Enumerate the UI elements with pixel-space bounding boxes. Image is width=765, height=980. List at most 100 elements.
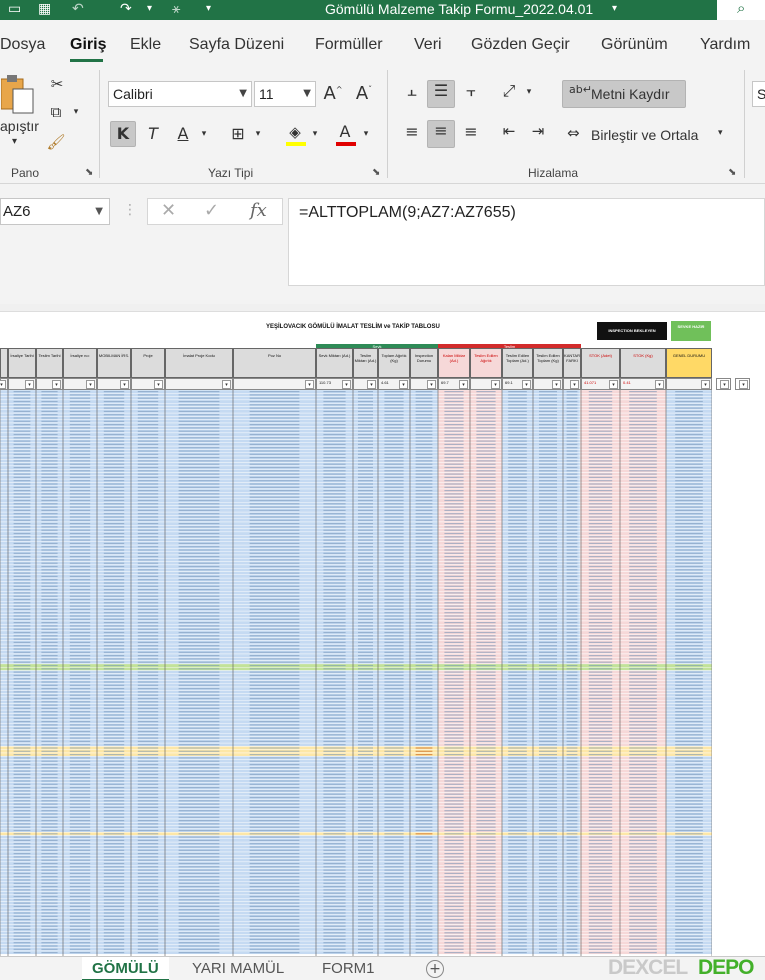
filter-dropdown-icon[interactable]: ▾ bbox=[459, 380, 468, 389]
empty-cells[interactable] bbox=[712, 390, 765, 956]
worksheet[interactable]: YEŞİLOVACIK GÖMÜLÜ İMALAT TESLİM ve TAKİ… bbox=[0, 304, 765, 956]
filter-cell[interactable]: ▾ bbox=[716, 378, 731, 390]
filter-dropdown-icon[interactable]: ▾ bbox=[305, 380, 314, 389]
filter-cell[interactable]: ▾ 41.071 bbox=[581, 378, 620, 390]
filter-cell[interactable]: ▾ bbox=[233, 378, 316, 390]
filter-cell[interactable]: ▾ bbox=[563, 378, 581, 390]
tab-veri[interactable]: Veri bbox=[414, 36, 442, 54]
save-icon[interactable]: ▦ bbox=[38, 1, 51, 17]
pano-launcher-icon[interactable]: ⬊ bbox=[85, 167, 93, 178]
filter-cell[interactable]: ▾ bbox=[131, 378, 165, 390]
filter-cell[interactable]: ▾ bbox=[533, 378, 563, 390]
decrease-indent-icon[interactable]: ⇤ bbox=[497, 121, 521, 147]
tab-gorunum[interactable]: Görünüm bbox=[601, 36, 668, 54]
filter-dropdown-icon[interactable]: ▾ bbox=[0, 380, 6, 389]
filter-dropdown-icon[interactable]: ▾ bbox=[609, 380, 618, 389]
name-box[interactable]: AZ6 ▼ bbox=[0, 198, 110, 225]
filter-dropdown-icon[interactable]: ▾ bbox=[491, 380, 500, 389]
orientation-icon[interactable]: ⤢ bbox=[497, 80, 521, 106]
font-color-button[interactable]: A bbox=[333, 121, 357, 147]
font-size-combo[interactable]: 11 ▼ bbox=[254, 81, 316, 107]
filter-dropdown-icon[interactable]: ▾ bbox=[655, 380, 664, 389]
filter-cell[interactable]: ▾ 110.73 bbox=[316, 378, 353, 390]
fill-dropdown-icon[interactable]: ▾ bbox=[309, 128, 321, 140]
fill-color-button[interactable]: ◈ bbox=[283, 121, 307, 147]
undo-icon[interactable]: ↶ bbox=[72, 1, 84, 17]
filter-cell[interactable]: ▾ bbox=[666, 378, 712, 390]
filter-cell[interactable]: ▾ 69.7 bbox=[438, 378, 470, 390]
align-right-icon[interactable]: ≡ bbox=[459, 121, 483, 147]
align-left-icon[interactable]: ≡ bbox=[400, 121, 424, 147]
sheet-tab-yari-mamul[interactable]: YARI MAMÜL bbox=[182, 957, 294, 980]
filter-dropdown-icon[interactable]: ▾ bbox=[25, 380, 34, 389]
quick-access-customize-icon[interactable]: ▾ bbox=[206, 1, 211, 17]
redo-dropdown-icon[interactable]: ▾ bbox=[147, 1, 152, 17]
filter-dropdown-icon[interactable]: ▾ bbox=[342, 380, 351, 389]
filter-cell[interactable]: ▾ 0.41 bbox=[620, 378, 666, 390]
filter-cell[interactable]: ▾ 69.1 bbox=[502, 378, 533, 390]
filter-dropdown-icon[interactable]: ▾ bbox=[701, 380, 710, 389]
paste-button[interactable] bbox=[0, 74, 36, 118]
cancel-icon[interactable]: ✕ bbox=[161, 200, 176, 221]
filter-dropdown-icon[interactable]: ▾ bbox=[367, 380, 376, 389]
data-rows[interactable] bbox=[0, 390, 712, 956]
underline-dropdown-icon[interactable]: ▾ bbox=[198, 128, 210, 140]
tab-ekle[interactable]: Ekle bbox=[130, 36, 161, 54]
filter-dropdown-icon[interactable]: ▾ bbox=[522, 380, 531, 389]
number-format-combo[interactable]: S bbox=[752, 81, 765, 107]
filter-dropdown-icon[interactable]: ▾ bbox=[739, 380, 748, 389]
filter-dropdown-icon[interactable]: ▾ bbox=[399, 380, 408, 389]
italic-button[interactable]: T bbox=[142, 121, 164, 147]
align-middle-icon[interactable]: ☰ bbox=[427, 80, 455, 108]
borders-icon[interactable]: ⊞ bbox=[226, 121, 250, 147]
tab-sayfa-duzeni[interactable]: Sayfa Düzeni bbox=[189, 36, 284, 54]
format-painter-icon[interactable]: 🖌 bbox=[44, 132, 68, 154]
filter-dropdown-icon[interactable]: ▾ bbox=[120, 380, 129, 389]
sheet-tab-gomulu[interactable]: GÖMÜLÜ bbox=[82, 957, 169, 980]
title-dropdown-icon[interactable]: ▾ bbox=[612, 1, 617, 17]
bold-button[interactable]: K bbox=[110, 121, 136, 147]
add-sheet-button[interactable]: + bbox=[426, 960, 444, 978]
shrink-font-icon[interactable]: Aˇ bbox=[353, 82, 375, 106]
filter-cell[interactable]: ▾ bbox=[165, 378, 233, 390]
filter-cell[interactable]: ▾ bbox=[97, 378, 131, 390]
wrap-text-button[interactable]: ab↵ Metni Kaydır bbox=[562, 80, 686, 108]
font-launcher-icon[interactable]: ⬊ bbox=[372, 167, 380, 178]
underline-button[interactable]: A bbox=[172, 121, 194, 147]
filter-dropdown-icon[interactable]: ▾ bbox=[552, 380, 561, 389]
filter-dropdown-icon[interactable]: ▾ bbox=[52, 380, 61, 389]
resize-handle-icon[interactable]: ⋮ bbox=[123, 202, 137, 218]
tab-gozden-gecir[interactable]: Gözden Geçir bbox=[471, 36, 570, 54]
redo-icon[interactable]: ↷ bbox=[120, 1, 132, 17]
font-name-combo[interactable]: Calibri ▼ bbox=[108, 81, 252, 107]
tab-giris[interactable]: Giriş bbox=[70, 36, 106, 54]
filter-cell[interactable]: ▾ bbox=[63, 378, 97, 390]
insert-function-icon[interactable]: fx bbox=[250, 200, 267, 221]
sheet-tab-form1[interactable]: FORM1 bbox=[312, 957, 385, 980]
copy-icon[interactable]: ⧉ bbox=[44, 102, 68, 124]
enter-icon[interactable]: ✓ bbox=[204, 200, 219, 221]
filter-cell[interactable]: ▾ bbox=[735, 378, 750, 390]
touch-mode-icon[interactable]: ▭ bbox=[8, 1, 21, 17]
filter-cell[interactable]: ▾ 4.61 bbox=[378, 378, 410, 390]
filter-dropdown-icon[interactable]: ▾ bbox=[86, 380, 95, 389]
merge-center-button[interactable]: ⇔ Birleştir ve Ortala ▾ bbox=[562, 121, 732, 149]
filter-cell[interactable]: ▾ bbox=[0, 378, 8, 390]
alignment-launcher-icon[interactable]: ⬊ bbox=[728, 167, 736, 178]
filter-clear-icon[interactable]: ⚹ bbox=[172, 1, 180, 17]
increase-indent-icon[interactable]: ⇥ bbox=[526, 121, 550, 147]
filter-dropdown-icon[interactable]: ▾ bbox=[720, 380, 729, 389]
filter-cell[interactable]: ▾ bbox=[353, 378, 378, 390]
cut-icon[interactable]: ✂ bbox=[47, 74, 67, 94]
grow-font-icon[interactable]: A^ bbox=[322, 82, 344, 106]
align-top-icon[interactable]: ⫠ bbox=[400, 80, 424, 106]
filter-cell[interactable]: ▾ bbox=[410, 378, 438, 390]
tab-formuller[interactable]: Formüller bbox=[315, 36, 383, 54]
align-center-icon[interactable]: ≡ bbox=[427, 120, 455, 148]
filter-dropdown-icon[interactable]: ▾ bbox=[154, 380, 163, 389]
filter-dropdown-icon[interactable]: ▾ bbox=[427, 380, 436, 389]
font-color-dropdown-icon[interactable]: ▾ bbox=[360, 128, 372, 140]
filter-cell[interactable]: ▾ bbox=[8, 378, 36, 390]
tab-dosya[interactable]: Dosya bbox=[0, 36, 45, 54]
borders-dropdown-icon[interactable]: ▾ bbox=[252, 128, 264, 140]
